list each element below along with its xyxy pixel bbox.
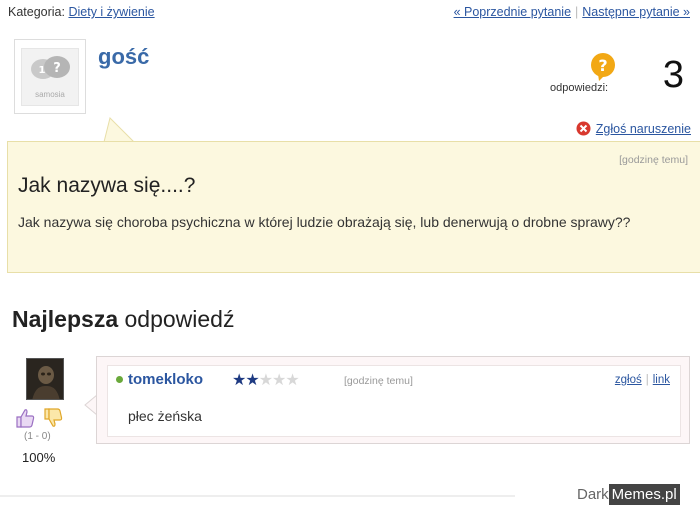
svg-text:?: ? bbox=[598, 56, 607, 75]
report-icon bbox=[576, 121, 591, 136]
question-bubble-icon: ? bbox=[591, 53, 615, 81]
divider bbox=[0, 495, 515, 497]
best-answer-heading-bold: Najlepsza bbox=[12, 306, 119, 332]
answers-label: odpowiedzi: bbox=[550, 82, 609, 94]
question-title: Jak nazywa się....? bbox=[18, 174, 196, 197]
answer-actions: zgłoś | link bbox=[615, 374, 670, 386]
answer-timestamp: [godzinę temu] bbox=[344, 375, 413, 387]
question-navigation: « Poprzednie pytanie | Następne pytanie » bbox=[454, 5, 690, 19]
question-author-name: gość bbox=[98, 44, 150, 69]
user-photo bbox=[27, 359, 63, 399]
question-bubble-tail bbox=[103, 117, 136, 143]
answer-author-avatar[interactable] bbox=[26, 358, 64, 400]
answer-permalink[interactable]: link bbox=[653, 374, 670, 386]
report-violation-link[interactable]: Zgłoś naruszenie bbox=[596, 122, 691, 136]
star-empty-icon: ★ bbox=[285, 372, 299, 389]
star-empty-icon: ★ bbox=[258, 372, 273, 389]
answer-author-name[interactable]: tomekloko bbox=[128, 371, 203, 388]
best-answer-heading: Najlepsza odpowiedź bbox=[12, 306, 234, 333]
answer-actions-separator: | bbox=[645, 374, 649, 386]
best-answer-card: tomekloko ★★★★★ [godzinę temu] zgłoś | lin… bbox=[96, 356, 690, 444]
avatar-caption: samosia bbox=[35, 90, 65, 99]
nav-separator: | bbox=[575, 5, 579, 19]
previous-question-link[interactable]: « Poprzednie pytanie bbox=[454, 5, 571, 19]
online-status-dot bbox=[116, 376, 123, 383]
category-link[interactable]: Diety i żywienie bbox=[68, 5, 154, 19]
thumbs-up-icon[interactable] bbox=[14, 408, 36, 428]
report-answer-link[interactable]: zgłoś bbox=[615, 374, 642, 386]
svg-text:1: 1 bbox=[39, 65, 46, 76]
question-card: [godzinę temu] Jak nazywa się....? Jak n… bbox=[7, 141, 700, 273]
site-watermark: Dark Memes.pl bbox=[577, 483, 680, 507]
default-avatar-image: ? 1 samosia bbox=[21, 48, 79, 106]
next-question-link[interactable]: Następne pytanie » bbox=[582, 5, 690, 19]
top-navigation: Kategoria: Diety i żywienie « Poprzednie… bbox=[8, 5, 694, 23]
star-filled-icon: ★ bbox=[245, 372, 259, 389]
answer-content: tomekloko ★★★★★ [godzinę temu] zgłoś | lin… bbox=[107, 365, 681, 437]
question-body: Jak nazywa się choroba psychiczna w któr… bbox=[18, 214, 631, 230]
speech-bubbles-icon: ? 1 bbox=[31, 56, 70, 79]
answers-number: 3 bbox=[662, 54, 684, 96]
user-rating-stars: ★★★★★ bbox=[232, 370, 300, 390]
answer-text: płec żeńska bbox=[128, 408, 202, 424]
watermark-part-1: Dark bbox=[577, 486, 609, 503]
answer-count: ? odpowiedzi: 3 bbox=[536, 52, 686, 96]
breadcrumb: Kategoria: Diety i żywienie bbox=[8, 5, 155, 19]
votes-percent: 100% bbox=[22, 450, 56, 465]
votes-ratio: (1 - 0) bbox=[24, 431, 51, 442]
category-label: Kategoria: bbox=[8, 5, 65, 19]
watermark-part-2: Memes.pl bbox=[608, 484, 680, 505]
star-filled-icon: ★ bbox=[232, 372, 246, 389]
star-empty-icon: ★ bbox=[272, 372, 286, 389]
best-answer-heading-rest: odpowiedź bbox=[118, 306, 235, 332]
question-timestamp: [godzinę temu] bbox=[619, 154, 688, 166]
report-violation[interactable]: Zgłoś naruszenie bbox=[576, 121, 691, 136]
thumbs-down-icon[interactable] bbox=[42, 408, 64, 428]
question-author-avatar[interactable]: ? 1 samosia bbox=[14, 39, 86, 114]
svg-text:?: ? bbox=[53, 61, 61, 76]
